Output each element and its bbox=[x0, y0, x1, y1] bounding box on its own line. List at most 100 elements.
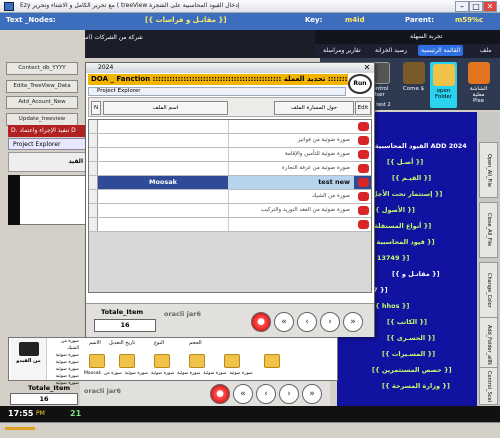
left-project-explorer: Project Explorer bbox=[8, 138, 88, 150]
logo-icon bbox=[18, 342, 39, 356]
side-tabs: Open_All_File Close_All_File Change_Colo… bbox=[477, 112, 500, 406]
edit-button[interactable]: Edit bbox=[355, 101, 371, 115]
files-grid[interactable]: صورة ضوئية من فواتير صورة ضوئية للتأمين … bbox=[88, 119, 372, 293]
parent-label: Parent: bbox=[405, 16, 434, 24]
contect-db-button[interactable]: Contect_db_YYYY bbox=[6, 62, 78, 75]
row-delete-button[interactable] bbox=[358, 178, 369, 187]
totale-item-value: 16 bbox=[94, 319, 156, 332]
app-icon bbox=[4, 2, 14, 11]
col-type[interactable]: النوع bbox=[154, 340, 164, 346]
record-button[interactable]: ● bbox=[251, 312, 271, 332]
folder-icon[interactable] bbox=[189, 354, 205, 368]
prev-icon[interactable]: ‹ bbox=[297, 312, 317, 332]
edit-treeview-button[interactable]: Edite_TreeView_Data bbox=[6, 80, 78, 93]
row-delete-button[interactable] bbox=[358, 136, 369, 145]
bottom-first-icon[interactable]: « bbox=[233, 384, 253, 404]
table-row[interactable]: صورة ضوئية للتأمين والإقامة bbox=[89, 148, 371, 162]
tree-node[interactable]: [{ الكاتب }] bbox=[387, 318, 427, 326]
dialog-close-button[interactable]: ✕ bbox=[362, 63, 372, 72]
bottom-prev-icon[interactable]: ‹ bbox=[256, 384, 276, 404]
bottom-next-icon[interactable]: › bbox=[279, 384, 299, 404]
menu-tabs: تقارير ومراسلة رصيد الخزانة القائمة الرئ… bbox=[315, 44, 500, 58]
col-size[interactable]: الحجم bbox=[189, 340, 202, 346]
row-delete-button[interactable] bbox=[358, 150, 369, 159]
left-list: صورة من الشيك صورة ضوئية صورة ضوئية صورة ضو… bbox=[55, 339, 79, 386]
folder-icon[interactable] bbox=[89, 354, 105, 368]
day-value: 21 bbox=[70, 409, 82, 418]
tab-open-all[interactable]: Open_All_File bbox=[479, 142, 498, 198]
dialog-footer: Totale_Item 16 oracli jar6 ● « ‹ › » bbox=[86, 303, 374, 337]
row-delete-button[interactable] bbox=[358, 122, 369, 131]
tree-node[interactable]: [{ مقاتـل و }] bbox=[392, 270, 440, 278]
tree-node[interactable]: [{ وزارة المسرحة }] bbox=[382, 382, 450, 390]
table-row[interactable] bbox=[89, 218, 371, 232]
subtitle-text: تجربة السهلة bbox=[410, 33, 443, 40]
row-delete-button[interactable] bbox=[358, 206, 369, 215]
table-row[interactable]: صورة ضوئية من غرفة التجارة bbox=[89, 162, 371, 176]
folder-icon[interactable] bbox=[119, 354, 135, 368]
tree-node[interactable]: [{ القيـم }] bbox=[392, 174, 431, 182]
screen-sub: Pise bbox=[473, 98, 484, 104]
dialog-window: 2024 ✕ DOA _ Fanction ::::::::::::::::::… bbox=[85, 62, 375, 337]
table-row-selected[interactable]: Moosak test new bbox=[89, 176, 371, 190]
table-row[interactable]: صورة ضوئية من العقد التوريد والتركيب bbox=[89, 204, 371, 218]
screen-button[interactable]: الشاشة معلية Pise bbox=[465, 62, 492, 108]
file-path-button[interactable]: حول المسارة الملف bbox=[274, 101, 354, 115]
last-icon[interactable]: » bbox=[343, 312, 363, 332]
tree-node[interactable]: [{ الحسـرى }] bbox=[387, 334, 435, 342]
row-delete-button[interactable] bbox=[358, 220, 369, 229]
folder-icon[interactable] bbox=[224, 354, 240, 368]
minimize-button[interactable]: – bbox=[455, 1, 469, 12]
tab-close-all[interactable]: Close_All_File bbox=[479, 202, 498, 258]
table-row[interactable]: صورة من الشيك bbox=[89, 190, 371, 204]
parent-value: m59%c bbox=[455, 16, 484, 24]
add-account-button[interactable]: Add_Acount_New bbox=[6, 96, 78, 109]
text-nodes-label: Text _Nodes: bbox=[6, 16, 56, 24]
next-icon[interactable]: › bbox=[320, 312, 340, 332]
function-bar: DOA _ Fanction :::::::::::::::::::::::::… bbox=[88, 74, 348, 85]
tree-node[interactable]: [{ أصـل }] bbox=[387, 158, 423, 166]
left-grid-selector bbox=[8, 175, 20, 225]
row-delete-button[interactable] bbox=[358, 164, 369, 173]
key-label: Key: bbox=[305, 16, 323, 24]
tab-main[interactable]: القائمة الرئيسية bbox=[418, 45, 464, 56]
bottom-nav: oracli jar6 ● « ‹ › » bbox=[80, 381, 330, 406]
tree-node[interactable]: [{ حصص المستثمرين }] bbox=[372, 366, 452, 374]
file-preview-panel: من الفيدو صورة من الشيك صورة ضوئية صورة ضو… bbox=[8, 337, 338, 386]
tab-add-folder[interactable]: Add_Folder_allN bbox=[479, 317, 498, 373]
table-row[interactable]: صورة ضوئية من فواتير bbox=[89, 134, 371, 148]
left-grid[interactable] bbox=[8, 175, 88, 225]
file-name-button[interactable]: اسم الملف bbox=[103, 101, 228, 115]
come-button[interactable]: Come $ bbox=[400, 62, 427, 108]
bottom-last-icon[interactable]: » bbox=[302, 384, 322, 404]
tab-change-color[interactable]: Change_Color bbox=[479, 262, 498, 318]
bottom-record-button[interactable]: ● bbox=[210, 384, 230, 404]
open-folder-button[interactable]: open Folder bbox=[430, 62, 457, 108]
tab-reports[interactable]: تقارير ومراسلة bbox=[323, 47, 361, 54]
left-grid-header: القيد bbox=[8, 152, 88, 172]
row-delete-button[interactable] bbox=[358, 192, 369, 201]
table-row[interactable] bbox=[89, 120, 371, 134]
close-button[interactable]: ✕ bbox=[483, 1, 497, 12]
tree-node[interactable]: [{ الأصول }] bbox=[372, 206, 415, 214]
n-button[interactable]: N bbox=[91, 101, 101, 115]
col-name[interactable]: الاسم bbox=[89, 340, 101, 346]
tree-node[interactable]: [{ hhos }] bbox=[372, 302, 409, 310]
run-button[interactable]: Run bbox=[348, 74, 372, 94]
tab-control-scel[interactable]: Control_Scel bbox=[479, 367, 498, 405]
clock-pm: PM bbox=[36, 410, 45, 417]
col-date[interactable]: تاريخ التعديل bbox=[109, 340, 135, 346]
folder-icon bbox=[432, 64, 455, 86]
tab-file[interactable]: ملف bbox=[480, 47, 491, 54]
left-grid-col: القيد bbox=[68, 158, 83, 165]
folder-icon[interactable] bbox=[264, 354, 280, 368]
come-label: Come $ bbox=[402, 86, 425, 92]
maximize-button[interactable]: □ bbox=[469, 1, 483, 12]
folder-icon[interactable] bbox=[154, 354, 170, 368]
left-project-explorer-label: Project Explorer bbox=[13, 141, 61, 148]
tab-treasury[interactable]: رصيد الخزانة bbox=[375, 47, 407, 54]
tree-node[interactable]: [{ المسـيرات }] bbox=[382, 350, 435, 358]
first-icon[interactable]: « bbox=[274, 312, 294, 332]
files-names-row: Moosak صورة ضوئية صورة ضوئية صورة ضوئية … bbox=[84, 371, 253, 376]
subtitle-header: تجربة السهلة bbox=[315, 30, 500, 44]
